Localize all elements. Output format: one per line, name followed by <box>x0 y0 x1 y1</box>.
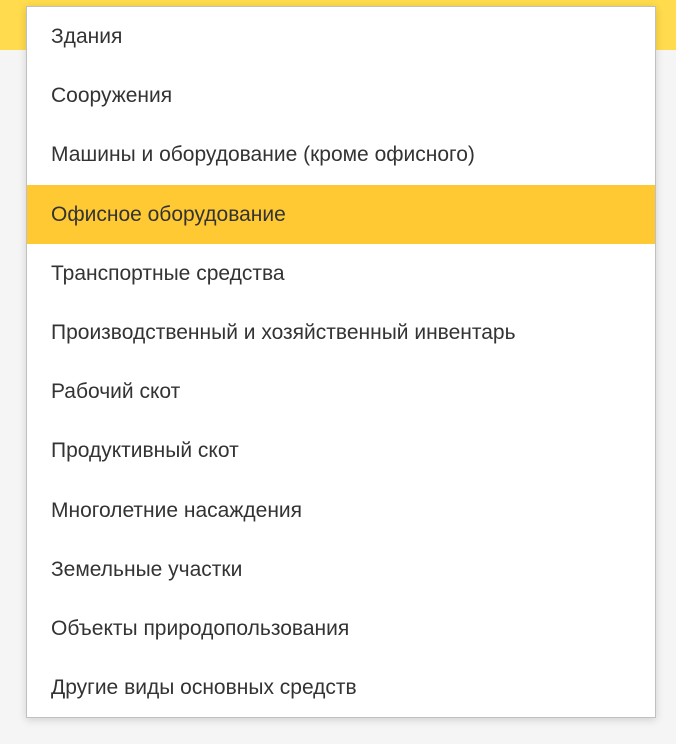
dropdown-item-buildings[interactable]: Здания <box>27 7 655 66</box>
asset-type-dropdown[interactable]: Здания Сооружения Машины и оборудование … <box>26 6 656 718</box>
dropdown-item-transport[interactable]: Транспортные средства <box>27 244 655 303</box>
dropdown-item-natural-resources[interactable]: Объекты природопользования <box>27 599 655 658</box>
dropdown-item-office-equipment[interactable]: Офисное оборудование <box>27 185 655 244</box>
dropdown-item-working-livestock[interactable]: Рабочий скот <box>27 362 655 421</box>
dropdown-item-other-fixed-assets[interactable]: Другие виды основных средств <box>27 658 655 717</box>
dropdown-item-land-plots[interactable]: Земельные участки <box>27 540 655 599</box>
dropdown-item-perennial-plantings[interactable]: Многолетние насаждения <box>27 481 655 540</box>
dropdown-item-productive-livestock[interactable]: Продуктивный скот <box>27 421 655 480</box>
dropdown-item-machinery[interactable]: Машины и оборудование (кроме офисного) <box>27 125 655 184</box>
dropdown-item-structures[interactable]: Сооружения <box>27 66 655 125</box>
dropdown-item-industrial-inventory[interactable]: Производственный и хозяйственный инвента… <box>27 303 655 362</box>
